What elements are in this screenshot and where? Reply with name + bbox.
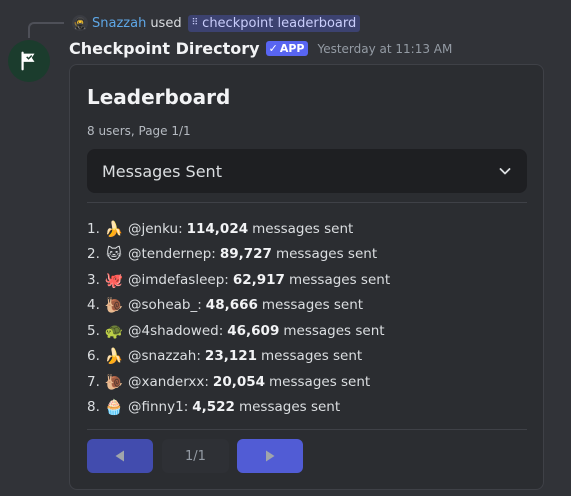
leaderboard-entry: 8. 🧁 @finny1: 4,522 messages sent	[87, 395, 390, 421]
leaderboard-title: Leaderboard	[87, 85, 231, 109]
reply-user-name[interactable]: Snazzah	[92, 16, 146, 31]
page-indicator-label: 1/1	[185, 448, 206, 464]
entry-count: 20,054	[212, 373, 266, 390]
entry-suffix: messages sent	[261, 297, 364, 314]
entry-rank: 7.	[87, 373, 100, 390]
octopus-icon: 🐙	[104, 270, 124, 289]
metric-select-value: Messages Sent	[102, 161, 222, 181]
entry-user: @imdefasleep:	[128, 271, 229, 288]
snail-icon: 🐌	[104, 372, 124, 391]
command-name: checkpoint leaderboard	[202, 15, 357, 31]
banana-icon: 🍌	[104, 219, 124, 238]
divider-top	[87, 202, 527, 203]
entry-count: 4,522	[192, 399, 235, 416]
entry-count: 46,609	[227, 322, 280, 339]
entry-suffix: messages sent	[252, 220, 354, 237]
entry-user: @snazzah:	[128, 348, 201, 365]
leaderboard-entry: 4. 🐌 @soheab_: 48,666 messages sent	[87, 293, 390, 319]
entry-count: 89,727	[219, 246, 272, 263]
leaderboard-subtitle: 8 users, Page 1/1	[87, 124, 191, 138]
leaderboard-entry: 1. 🍌 @jenku: 114,024 messages sent	[87, 216, 390, 242]
divider-bottom	[87, 429, 527, 430]
entry-suffix: messages sent	[275, 246, 378, 263]
leaderboard-entry: 6. 🍌 @snazzah: 23,121 messages sent	[87, 344, 390, 370]
entry-rank: 3.	[87, 271, 100, 288]
previous-page-button[interactable]	[87, 439, 153, 473]
message-header: Checkpoint Directory ✓ APP Yesterday at …	[69, 39, 452, 58]
cupcake-icon: 🧁	[104, 398, 124, 417]
cat-icon: 🐱	[106, 245, 122, 264]
entry-suffix: messages sent	[283, 322, 385, 339]
flag-icon	[21, 51, 35, 71]
entry-suffix: messages sent	[261, 348, 363, 365]
next-page-button[interactable]	[237, 439, 303, 473]
command-reply-line: 🥷 Snazzah used ⠿ checkpoint leaderboard	[72, 13, 361, 33]
slash-command-icon: ⠿	[191, 18, 199, 28]
leaderboard-list: 1. 🍌 @jenku: 114,024 messages sent 2. 🐱 …	[87, 216, 390, 420]
entry-user: @4shadowed:	[128, 322, 224, 339]
entry-user: @tendernep:	[128, 246, 216, 263]
leaderboard-container: Leaderboard 8 users, Page 1/1 Messages S…	[69, 64, 544, 490]
timestamp: Yesterday at 11:13 AM	[317, 41, 453, 56]
entry-suffix: messages sent	[238, 399, 341, 416]
ninja-avatar-icon[interactable]: 🥷	[72, 15, 88, 31]
leaderboard-entry: 7. 🐌 @xanderxx: 20,054 messages sent	[87, 369, 390, 395]
entry-user: @finny1:	[128, 399, 189, 416]
chevron-down-icon	[499, 168, 511, 175]
entry-user: @jenku:	[128, 220, 183, 237]
entry-user: @xanderxx:	[128, 373, 209, 390]
arrow-right-icon	[266, 450, 275, 462]
entry-count: 23,121	[204, 348, 258, 365]
entry-rank: 2.	[87, 246, 100, 263]
entry-rank: 4.	[87, 297, 100, 314]
entry-count: 114,024	[186, 220, 249, 237]
snail-icon: 🐌	[104, 296, 124, 315]
reply-spine	[28, 22, 64, 38]
page-indicator-button[interactable]: 1/1	[162, 439, 229, 473]
app-badge: ✓ APP	[265, 41, 309, 56]
bot-name[interactable]: Checkpoint Directory	[69, 39, 260, 58]
entry-user: @soheab_:	[128, 297, 202, 314]
turtle-icon: 🐢	[104, 321, 124, 340]
leaderboard-entry: 5. 🐢 @4shadowed: 46,609 messages sent	[87, 318, 390, 344]
metric-select[interactable]: Messages Sent	[87, 149, 527, 193]
banana-icon: 🍌	[104, 347, 124, 366]
leaderboard-entry: 3. 🐙 @imdefasleep: 62,917 messages sent	[87, 267, 390, 293]
command-chip[interactable]: ⠿ checkpoint leaderboard	[187, 14, 361, 32]
entry-rank: 8.	[87, 399, 100, 416]
entry-rank: 1.	[87, 220, 100, 237]
entry-suffix: messages sent	[269, 373, 371, 390]
leaderboard-entry: 2. 🐱 @tendernep: 89,727 messages sent	[87, 242, 390, 268]
arrow-left-icon	[115, 450, 124, 462]
bot-avatar[interactable]	[8, 40, 50, 82]
entry-rank: 6.	[87, 348, 100, 365]
entry-suffix: messages sent	[288, 271, 391, 288]
check-icon: ✓	[268, 42, 278, 55]
entry-count: 48,666	[205, 297, 258, 314]
app-badge-label: APP	[279, 42, 305, 55]
reply-used-text: used	[150, 15, 182, 31]
entry-rank: 5.	[87, 322, 100, 339]
entry-count: 62,917	[232, 271, 285, 288]
